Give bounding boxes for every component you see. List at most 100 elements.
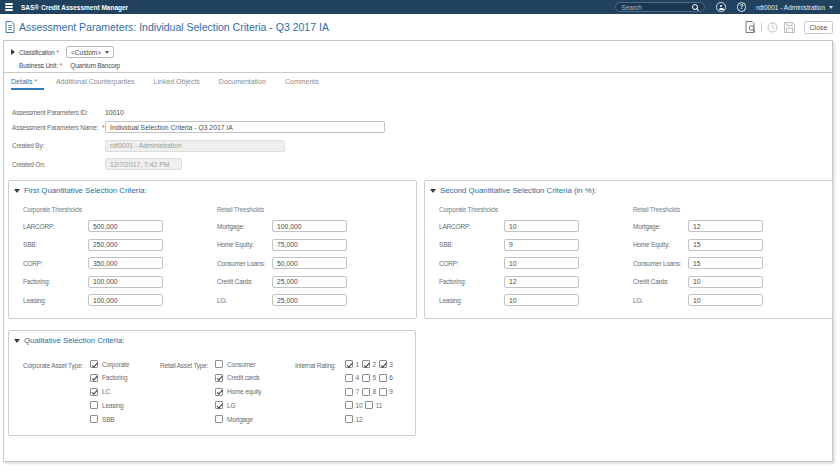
tab-bar: Details* Additional Counterparties Linke… bbox=[4, 74, 832, 91]
close-button[interactable]: Close bbox=[804, 21, 833, 34]
search-icon[interactable] bbox=[692, 4, 699, 11]
rating-4-checkbox[interactable] bbox=[345, 374, 353, 382]
home-equity-checkbox[interactable] bbox=[215, 388, 223, 396]
collapse-arrow-icon[interactable] bbox=[14, 339, 20, 343]
lg-checkbox[interactable] bbox=[215, 401, 223, 409]
created-by-input bbox=[105, 140, 285, 152]
factoring-label: Factoring: bbox=[439, 278, 504, 285]
validate-icon[interactable] bbox=[745, 21, 756, 33]
retail-thresholds-header: Retail Thresholds bbox=[633, 206, 680, 213]
factoring-input[interactable] bbox=[88, 276, 163, 288]
menu-icon[interactable] bbox=[5, 3, 13, 11]
factoring-checkbox[interactable] bbox=[90, 374, 98, 382]
credit-cards-checkbox[interactable] bbox=[215, 374, 223, 382]
home-equity-input[interactable] bbox=[272, 239, 347, 251]
chevron-down-icon bbox=[105, 51, 109, 54]
leasing-pct-input[interactable] bbox=[504, 294, 579, 306]
mortgage-checkbox[interactable] bbox=[215, 415, 223, 423]
search-placeholder: Search bbox=[621, 4, 642, 11]
corp-label: CORP: bbox=[23, 260, 88, 267]
corporate-checkbox[interactable] bbox=[90, 360, 98, 368]
leasing-input[interactable] bbox=[88, 294, 163, 306]
home-equity-pct-input[interactable] bbox=[688, 239, 763, 251]
sbb-label: SBB: bbox=[439, 241, 504, 248]
lc-checkbox[interactable] bbox=[90, 388, 98, 396]
required-asterisk: * bbox=[57, 49, 60, 56]
help-icon[interactable]: ? bbox=[737, 2, 747, 12]
leasing-checkbox[interactable] bbox=[90, 401, 98, 409]
created-on-input bbox=[105, 158, 182, 170]
required-asterisk: * bbox=[102, 124, 104, 131]
required-asterisk: * bbox=[60, 62, 63, 69]
main-panel: Classification * <Custom> Business Unit:… bbox=[3, 40, 833, 462]
credit-cards-label: Credit Cards: bbox=[633, 278, 688, 285]
collapse-arrow-icon[interactable] bbox=[11, 49, 15, 55]
leasing-label: Leasing: bbox=[23, 297, 88, 304]
credit-cards-label: Credit Cards: bbox=[217, 278, 272, 285]
mortgage-label: Mortgage: bbox=[217, 223, 272, 230]
rating-12-checkbox[interactable] bbox=[345, 415, 353, 423]
mortgage-label: Mortgage: bbox=[633, 223, 688, 230]
consumer-loans-input[interactable] bbox=[272, 257, 347, 269]
tab-linked-objects[interactable]: Linked Objects bbox=[154, 74, 207, 91]
sbb-checkbox[interactable] bbox=[90, 415, 98, 423]
corporate-thresholds-header: Corporate Thresholds bbox=[23, 206, 82, 213]
tab-documentation[interactable]: Documentation bbox=[219, 74, 273, 91]
mortgage-input[interactable] bbox=[272, 220, 347, 232]
rating-5-checkbox[interactable] bbox=[362, 374, 370, 382]
save-icon[interactable] bbox=[784, 22, 795, 33]
rating-9-checkbox[interactable] bbox=[379, 388, 387, 396]
assessment-id-value: 10010 bbox=[105, 109, 124, 116]
consumer-checkbox[interactable] bbox=[215, 360, 223, 368]
tab-comments[interactable]: Comments bbox=[285, 74, 326, 91]
factoring-pct-input[interactable] bbox=[504, 276, 579, 288]
retail-thresholds-header: Retail Thresholds bbox=[217, 206, 264, 213]
credit-cards-input[interactable] bbox=[272, 276, 347, 288]
rating-2-checkbox[interactable] bbox=[362, 360, 370, 368]
created-on-label: Created On: bbox=[12, 161, 105, 168]
classification-section: Classification * <Custom> Business Unit:… bbox=[4, 41, 832, 73]
sbb-input[interactable] bbox=[88, 239, 163, 251]
history-icon[interactable] bbox=[767, 22, 778, 33]
chevron-down-icon bbox=[829, 6, 833, 9]
corp-input[interactable] bbox=[88, 257, 163, 269]
consumer-loans-pct-input[interactable] bbox=[688, 257, 763, 269]
user-icon[interactable] bbox=[716, 2, 726, 12]
larcorp-pct-input[interactable] bbox=[504, 220, 579, 232]
tab-details[interactable]: Details* bbox=[11, 74, 44, 91]
consumer-loans-label: Consumer Loans: bbox=[633, 260, 688, 267]
larcorp-input[interactable] bbox=[88, 220, 163, 232]
business-unit-value: Quantum Bancorp bbox=[70, 62, 120, 69]
corp-pct-input[interactable] bbox=[504, 257, 579, 269]
classification-dropdown[interactable]: <Custom> bbox=[66, 46, 114, 58]
assessment-name-input[interactable] bbox=[105, 121, 385, 133]
search-input[interactable]: Search bbox=[615, 2, 705, 12]
tab-additional-counterparties[interactable]: Additional Counterparties bbox=[56, 74, 142, 91]
rating-1-checkbox[interactable] bbox=[345, 360, 353, 368]
leasing-label: Leasing: bbox=[439, 297, 504, 304]
lg-pct-input[interactable] bbox=[688, 294, 763, 306]
rating-3-checkbox[interactable] bbox=[379, 360, 387, 368]
assessment-id-label: Assessment Parameters ID: bbox=[12, 109, 105, 116]
rating-11-checkbox[interactable] bbox=[365, 401, 373, 409]
internal-rating-label: Internal Rating: bbox=[295, 362, 336, 369]
mortgage-pct-input[interactable] bbox=[688, 220, 763, 232]
home-equity-label: Home Equity: bbox=[217, 241, 272, 248]
factoring-label: Factoring: bbox=[23, 278, 88, 285]
sbb-label: SBB: bbox=[23, 241, 88, 248]
rating-8-checkbox[interactable] bbox=[362, 388, 370, 396]
created-by-label: Created By: bbox=[12, 142, 105, 149]
panel-title: Second Quantitative Selection Criteria (… bbox=[440, 186, 596, 195]
user-menu[interactable]: rdt0001 - Administration bbox=[756, 4, 833, 11]
collapse-arrow-icon[interactable] bbox=[14, 189, 20, 193]
corporate-asset-type-label: Corporate Asset Type: bbox=[23, 362, 83, 369]
collapse-arrow-icon[interactable] bbox=[430, 189, 436, 193]
credit-cards-pct-input[interactable] bbox=[688, 276, 763, 288]
rating-6-checkbox[interactable] bbox=[379, 374, 387, 382]
lg-input[interactable] bbox=[272, 294, 347, 306]
qualitative-panel: Qualitative Selection Criteria: Corporat… bbox=[8, 330, 416, 436]
assessment-name-label: Assessment Parameters Name: * bbox=[12, 124, 105, 131]
sbb-pct-input[interactable] bbox=[504, 239, 579, 251]
rating-7-checkbox[interactable] bbox=[345, 388, 353, 396]
rating-10-checkbox[interactable] bbox=[345, 401, 353, 409]
